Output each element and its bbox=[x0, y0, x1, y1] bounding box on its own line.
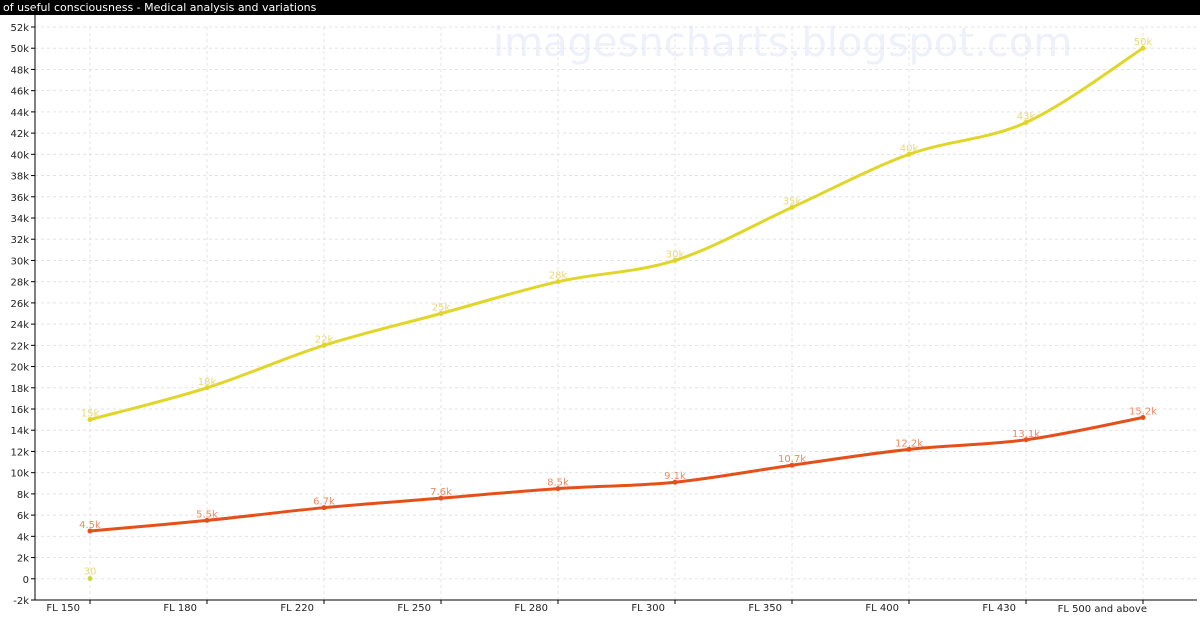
y-tick-label: 18k bbox=[10, 384, 29, 395]
data-label: 40k bbox=[900, 143, 919, 154]
y-tick-label: 44k bbox=[10, 108, 29, 119]
extra-data-label: 30 bbox=[84, 566, 97, 577]
data-label: 9.1k bbox=[664, 471, 686, 482]
y-tick-label: 10k bbox=[10, 469, 29, 480]
y-tick-label: 20k bbox=[10, 363, 29, 374]
x-tick-label: FL 500 and above bbox=[1058, 604, 1147, 615]
y-tick-label: 50k bbox=[10, 44, 29, 55]
y-tick-label: 6k bbox=[17, 511, 29, 522]
data-label: 5.5k bbox=[196, 509, 218, 520]
x-tick-label: FL 400 bbox=[865, 603, 899, 614]
data-label: 18k bbox=[198, 377, 217, 388]
data-label: 8.5k bbox=[547, 478, 569, 489]
data-label: 22k bbox=[315, 334, 334, 345]
y-tick-label: 16k bbox=[10, 405, 29, 416]
y-tick-label: 0 bbox=[23, 575, 29, 586]
series-lines bbox=[88, 46, 1145, 533]
data-points bbox=[87, 45, 1146, 581]
data-label: 10.7k bbox=[778, 454, 806, 465]
data-label: 15k bbox=[81, 409, 100, 420]
data-label: 7.6k bbox=[430, 487, 452, 498]
series-line-1 bbox=[88, 46, 1145, 422]
y-tick-label: 36k bbox=[10, 193, 29, 204]
data-label: 15.2k bbox=[1129, 406, 1157, 417]
data-label: 4.5k bbox=[79, 520, 101, 531]
y-tick-label: -2k bbox=[13, 596, 29, 607]
series-line-2 bbox=[88, 415, 1145, 533]
data-label: 50k bbox=[1134, 37, 1153, 48]
y-tick-label: 46k bbox=[10, 87, 29, 98]
data-label: 35k bbox=[783, 196, 802, 207]
y-tick-label: 12k bbox=[10, 447, 29, 458]
x-tick-label: FL 300 bbox=[631, 603, 665, 614]
data-labels: 15k 18k 22k 25k 28k 30k 35k 40k 43k 50k 4.5k 5.5k 6.… bbox=[79, 37, 1157, 577]
y-tick-label: 30k bbox=[10, 256, 29, 267]
x-tick-label: FL 250 bbox=[397, 603, 431, 614]
y-tick-label: 52k bbox=[10, 23, 29, 34]
y-tick-label: 2k bbox=[17, 554, 29, 565]
y-axis-arrow bbox=[32, 9, 38, 15]
y-tick-label: 32k bbox=[10, 235, 29, 246]
data-label: 43k bbox=[1017, 112, 1036, 123]
data-label: 13.1k bbox=[1012, 429, 1040, 440]
x-tick-label: FL 220 bbox=[280, 603, 314, 614]
data-label: 25k bbox=[432, 303, 451, 314]
x-tick-label: FL 150 bbox=[46, 603, 80, 614]
y-tick-label: 8k bbox=[17, 490, 29, 501]
data-label: 12.2k bbox=[895, 438, 923, 449]
data-label: 28k bbox=[549, 271, 568, 282]
y-tick-label: 4k bbox=[17, 532, 29, 543]
x-tick-label: FL 280 bbox=[514, 603, 548, 614]
data-label: 30k bbox=[666, 249, 685, 260]
data-label: 6.7k bbox=[313, 497, 335, 508]
y-tick-label: 48k bbox=[10, 65, 29, 76]
y-tick-label: 22k bbox=[10, 341, 29, 352]
y-tick-label: 28k bbox=[10, 278, 29, 289]
y-tick-label: 26k bbox=[10, 299, 29, 310]
x-tick-label: FL 180 bbox=[163, 603, 197, 614]
x-axis-ticks: FL 150 FL 180 FL 220 FL 250 FL 280 FL 300 FL 3… bbox=[46, 603, 1147, 615]
y-axis-ticks: -2k 0 2k 4k 6k 8k 10k 12k 14k 16k 18k 20k 22k 24k 26k 2… bbox=[10, 23, 29, 607]
y-tick-label: 24k bbox=[10, 320, 29, 331]
x-tick-label: FL 350 bbox=[748, 603, 782, 614]
y-tick-label: 34k bbox=[10, 214, 29, 225]
line-chart: imagesncharts.blogspot.com -2k02k4k6k8k1… bbox=[10, 9, 1197, 615]
y-tick-label: 42k bbox=[10, 129, 29, 140]
y-tick-label: 14k bbox=[10, 426, 29, 437]
y-tick-label: 40k bbox=[10, 150, 29, 161]
y-tick-label: 38k bbox=[10, 172, 29, 183]
x-tick-label: FL 430 bbox=[982, 603, 1016, 614]
